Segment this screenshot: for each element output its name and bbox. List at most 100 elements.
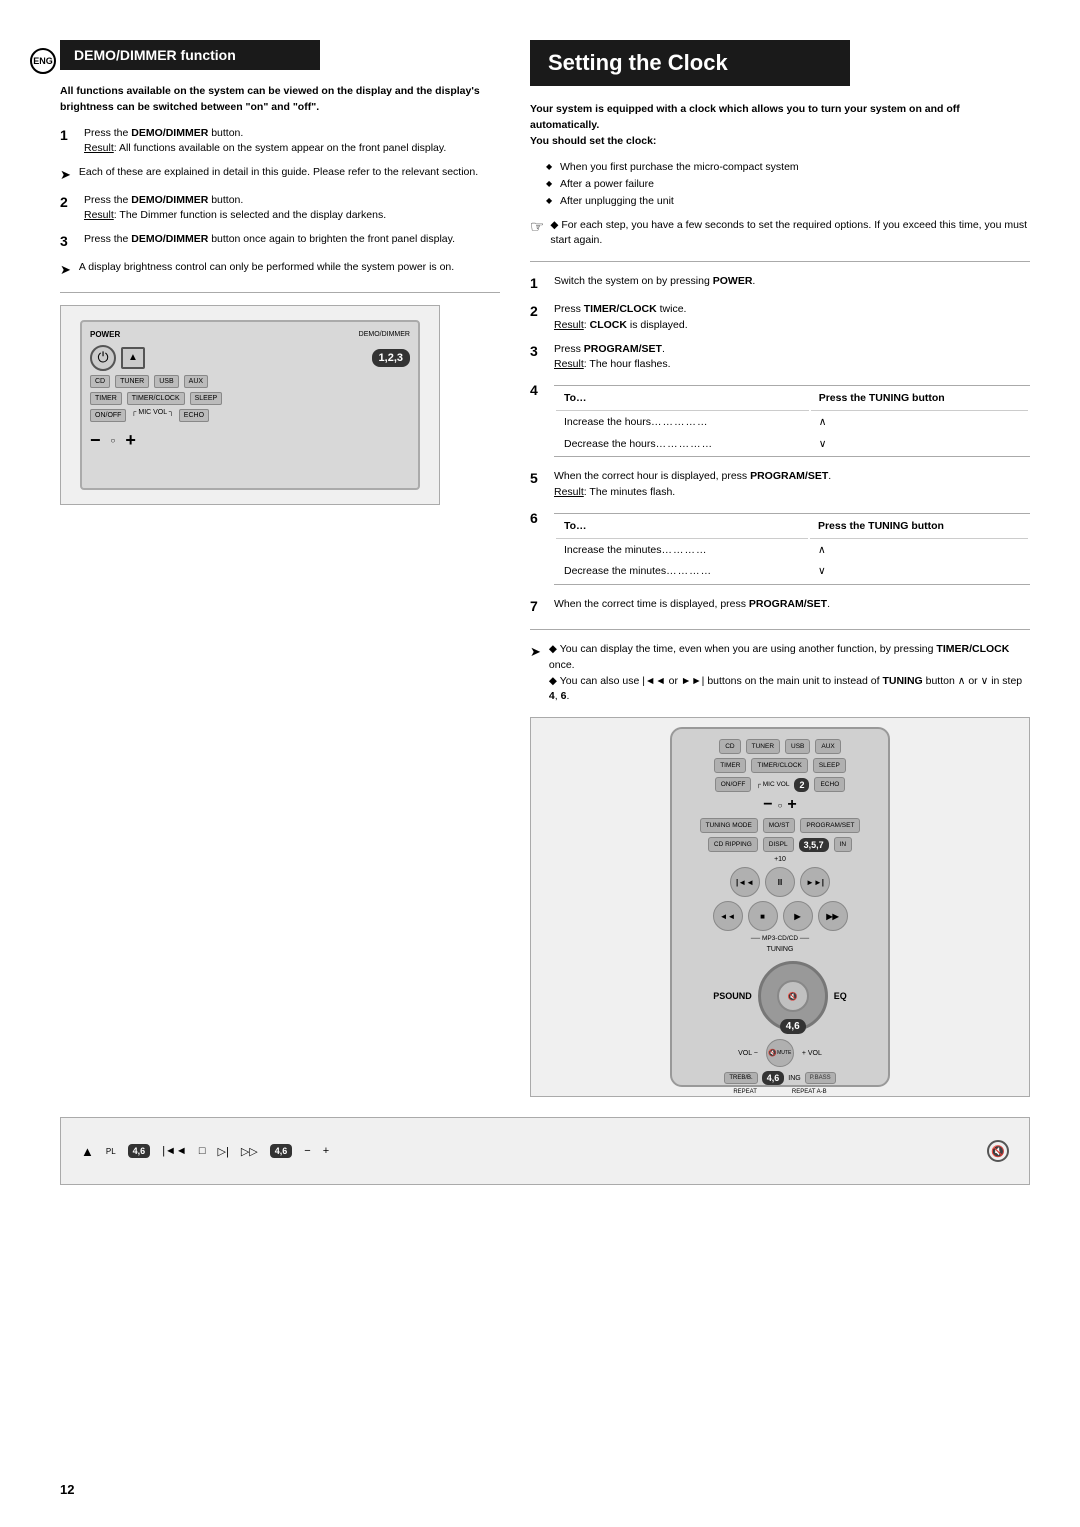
left-section-title: DEMO/DIMMER function (60, 40, 320, 70)
arrow-increase-hours: ∧ (811, 413, 1028, 433)
right-step-1: 1 Switch the system on by pressing POWER… (530, 274, 1030, 294)
ub-plus-icon: + (323, 1145, 329, 1157)
r-step-num-2: 2 (530, 301, 544, 322)
r-pbass-btn: P.BASS (805, 1072, 836, 1084)
r-step-num-7: 7 (530, 596, 544, 617)
ub-minus-icon: − (304, 1145, 310, 1157)
remote-vol-row: VOL − 🔇MUTE + VOL (680, 1039, 880, 1067)
remote-plus10-row: +10 (680, 856, 880, 863)
right-column: Setting the Clock Your system is equippe… (530, 40, 1030, 1109)
col-press: Press the TUNING button (811, 388, 1028, 411)
note-box: ☞ ◆ For each step, you have a few second… (530, 218, 1030, 250)
right-step-3: 3 Press PROGRAM/SET. Result: The hour fl… (530, 342, 1030, 374)
ub-next-icon: ▷▷ (241, 1145, 258, 1158)
front-panel: POWER DEMO/DIMMER ⏻ ▲ 1,2,3 CD TUNER USB… (80, 320, 420, 490)
fp-aux-btn: AUX (184, 375, 208, 388)
ub-46-badge-1: 4,6 (128, 1144, 151, 1158)
r-step-num-4: 4 (530, 380, 544, 401)
r-fwd-btn: ▶▶ (818, 901, 848, 931)
step-4-table: To… Press the TUNING button Increase the… (554, 385, 1030, 457)
fp-main-row: ⏻ ▲ 1,2,3 (90, 345, 410, 371)
right-step-2: 2 Press TIMER/CLOCK twice. Result: CLOCK… (530, 302, 1030, 334)
r-timer-btn: TIMER (714, 758, 746, 773)
fp-timer-row: TIMER TIMER/CLOCK SLEEP (90, 392, 410, 405)
divider-right-2 (530, 629, 1030, 630)
fp-onoff-row: ON/OFF ┌ MIC VOL ┐ ECHO (90, 409, 410, 422)
step-num-2: 2 (60, 192, 74, 213)
ub-46-badge-2: 4,6 (270, 1144, 293, 1158)
col-to: To… (556, 388, 809, 411)
r-mute-btn: 🔇MUTE (766, 1039, 794, 1067)
arrow-right-icon-2: ➤ (60, 260, 71, 280)
r-onoff-btn: ON/OFF (715, 777, 752, 792)
r-eq-label: EQ (834, 991, 847, 1001)
remote-illustration: CD TUNER USB AUX TIMER TIMER/CLOCK SLEEP… (530, 717, 1030, 1097)
r-plus: + (787, 796, 796, 814)
table-row: Decrease the minutes………… ∨ (556, 562, 1028, 582)
unit-bar-icons: ▲ PL 4,6 |◄◄ □ ▷| ▷▷ 4,6 − + (81, 1144, 329, 1159)
divider-left (60, 292, 500, 293)
power-label: POWER (90, 330, 120, 339)
ub-circle-icon: 🔇 (987, 1140, 1009, 1162)
step-num-3: 3 (60, 231, 74, 252)
remote-tuningmode-row: TUNING MODE MO/ST PROGRAM/SET (680, 818, 880, 833)
r-ing-label: ING (788, 1075, 800, 1082)
ub-label1: PL (106, 1147, 116, 1156)
right-step-5: 5 When the correct hour is displayed, pr… (530, 469, 1030, 501)
right-step-7: 7 When the correct time is displayed, pr… (530, 597, 1030, 617)
right-intro: Your system is equipped with a clock whi… (530, 102, 1030, 149)
arrow-note-1: ➤ Each of these are explained in detail … (60, 165, 500, 185)
arrow-increase-mins: ∧ (810, 541, 1028, 561)
ub-stop-icon: □ (199, 1145, 206, 1157)
r-programset-btn: PROGRAM/SET (800, 818, 860, 833)
r-plus10-label: +10 (774, 856, 786, 863)
lang-badge: ENG (30, 48, 56, 74)
tip-note-1: ➤ ◆ You can display the time, even when … (530, 642, 1030, 705)
bullet-1: When you first purchase the micro-compac… (546, 159, 1030, 176)
remote-treb-row: TREB/B. 4,6 ING P.BASS (724, 1071, 835, 1085)
r-tuner-btn: TUNER (746, 739, 780, 754)
fp-top-row: POWER DEMO/DIMMER (90, 330, 410, 339)
unit-bar: ▲ PL 4,6 |◄◄ □ ▷| ▷▷ 4,6 − + 🔇 (60, 1117, 1030, 1185)
remote-nav-area: PSOUND 🔇 4,6 EQ (680, 961, 880, 1031)
action-decrease-mins: Decrease the minutes………… (556, 562, 808, 582)
action-increase-hours: Increase the hours…………… (556, 413, 809, 433)
r-play-btn: II (765, 867, 795, 897)
r-cd-btn: CD (719, 739, 740, 754)
remote-onoff-row: ON/OFF ┌ MIC VOL 2 ECHO (680, 777, 880, 792)
page: ENG 12 DEMO/DIMMER function All function… (0, 0, 1080, 1527)
remote-transport-row1: |◄◄ II ►►| (680, 867, 880, 897)
r-tuning-label: TUNING (767, 946, 794, 953)
remote-mp3-row: ── MP3-CD/CD ── (680, 935, 880, 942)
r-next-btn: ►►| (800, 867, 830, 897)
fp-usb-btn: USB (154, 375, 178, 388)
tip-arrow-icon-1: ➤ (530, 642, 541, 662)
remote-source-row: CD TUNER USB AUX (680, 739, 880, 754)
r-step-num-3: 3 (530, 341, 544, 362)
remote-timer-row: TIMER TIMER/CLOCK SLEEP (680, 758, 880, 773)
left-intro: All functions available on the system ca… (60, 84, 500, 116)
r-sleep-btn: SLEEP (813, 758, 846, 773)
demodimmer-label: DEMO/DIMMER (359, 331, 410, 338)
fp-timer-btn: TIMER (90, 392, 122, 405)
right-section-title: Setting the Clock (530, 40, 850, 86)
remote-tuning-label-row: TUNING (680, 946, 880, 953)
remote-vol-pm-row: − ○ + (680, 796, 880, 814)
r-stop-btn: ■ (748, 901, 778, 931)
r-minus: − (763, 796, 772, 814)
remote-nav-wheel: 🔇 4,6 (758, 961, 828, 1031)
set-clock-bullets: When you first purchase the micro-compac… (546, 159, 1030, 209)
r-46-nav-badge: 4,6 (780, 1019, 806, 1034)
remote-transport-row2: ◄◄ ■ ▶ ▶▶ (680, 901, 880, 931)
ub-eject-icon: ▲ (81, 1144, 94, 1159)
col-to-6: To… (556, 516, 808, 539)
table-row: Decrease the hours…………… ∨ (556, 435, 1028, 455)
bullet-3: After unplugging the unit (546, 193, 1030, 210)
r-dot: ○ (778, 801, 783, 810)
r-357-badge: 3,5,7 (799, 838, 829, 852)
fp-onoff-btn: ON/OFF (90, 409, 126, 422)
fp-step-badge: 1,2,3 (372, 349, 410, 367)
unit-bar-right: 🔇 (987, 1140, 1009, 1162)
r-repeatab-label: REPEAT A-B (792, 1089, 827, 1095)
left-column: DEMO/DIMMER function All functions avail… (60, 40, 500, 1109)
